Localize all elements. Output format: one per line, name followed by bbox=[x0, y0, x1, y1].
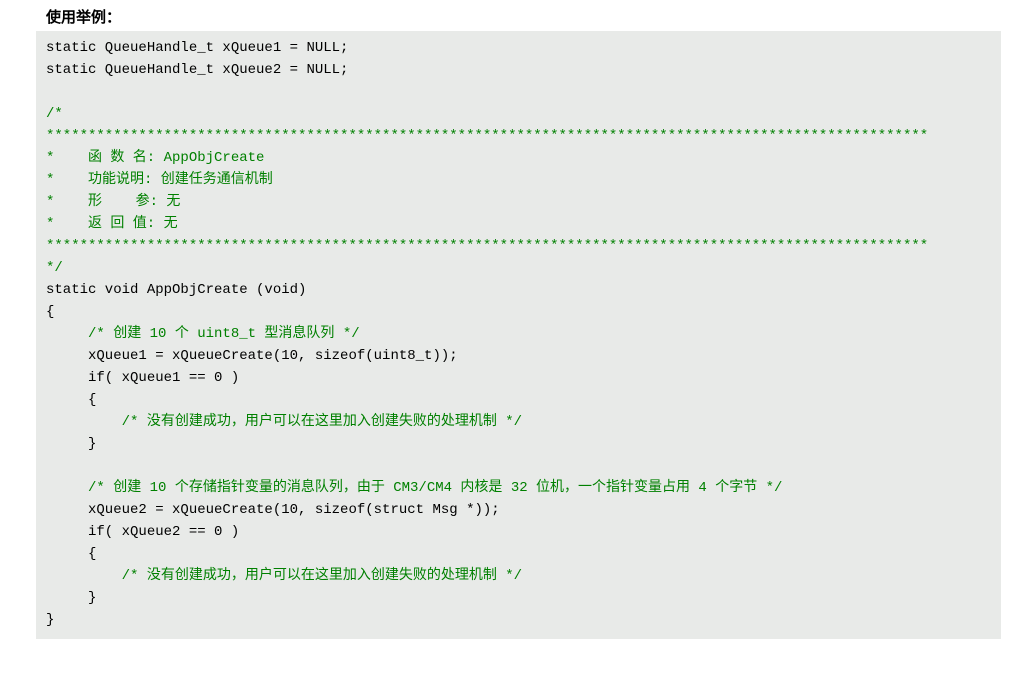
section-heading: 使用举例： bbox=[0, 0, 1021, 31]
code-comment: /* 没有创建成功，用户可以在这里加入创建失败的处理机制 */ bbox=[46, 414, 522, 430]
code-line: } bbox=[46, 590, 96, 606]
code-line: if( xQueue1 == 0 ) bbox=[46, 370, 239, 386]
code-line: static QueueHandle_t xQueue2 = NULL; bbox=[46, 62, 348, 78]
code-comment: ****************************************… bbox=[46, 128, 928, 144]
code-comment: /* 创建 10 个 uint8_t 型消息队列 */ bbox=[46, 326, 360, 342]
code-line: static void AppObjCreate (void) bbox=[46, 282, 306, 298]
code-comment: /* bbox=[46, 106, 63, 122]
code-line: { bbox=[46, 392, 96, 408]
code-line: } bbox=[46, 612, 54, 628]
code-comment: /* 没有创建成功，用户可以在这里加入创建失败的处理机制 */ bbox=[46, 568, 522, 584]
code-line: } bbox=[46, 436, 96, 452]
code-comment: ****************************************… bbox=[46, 238, 928, 254]
code-comment: /* 创建 10 个存储指针变量的消息队列，由于 CM3/CM4 内核是 32 … bbox=[46, 480, 782, 496]
code-comment: * 功能说明: 创建任务通信机制 bbox=[46, 172, 273, 188]
code-line: xQueue2 = xQueueCreate(10, sizeof(struct… bbox=[46, 502, 500, 518]
code-comment: * 函 数 名: AppObjCreate bbox=[46, 150, 264, 166]
code-comment: * 返 回 值: 无 bbox=[46, 216, 178, 232]
code-line: static QueueHandle_t xQueue1 = NULL; bbox=[46, 40, 348, 56]
code-comment: */ bbox=[46, 260, 63, 276]
code-line: { bbox=[46, 304, 54, 320]
code-block: static QueueHandle_t xQueue1 = NULL; sta… bbox=[36, 31, 1001, 639]
code-line: if( xQueue2 == 0 ) bbox=[46, 524, 239, 540]
code-comment: * 形 参: 无 bbox=[46, 194, 180, 210]
code-line: xQueue1 = xQueueCreate(10, sizeof(uint8_… bbox=[46, 348, 458, 364]
code-line: { bbox=[46, 546, 96, 562]
